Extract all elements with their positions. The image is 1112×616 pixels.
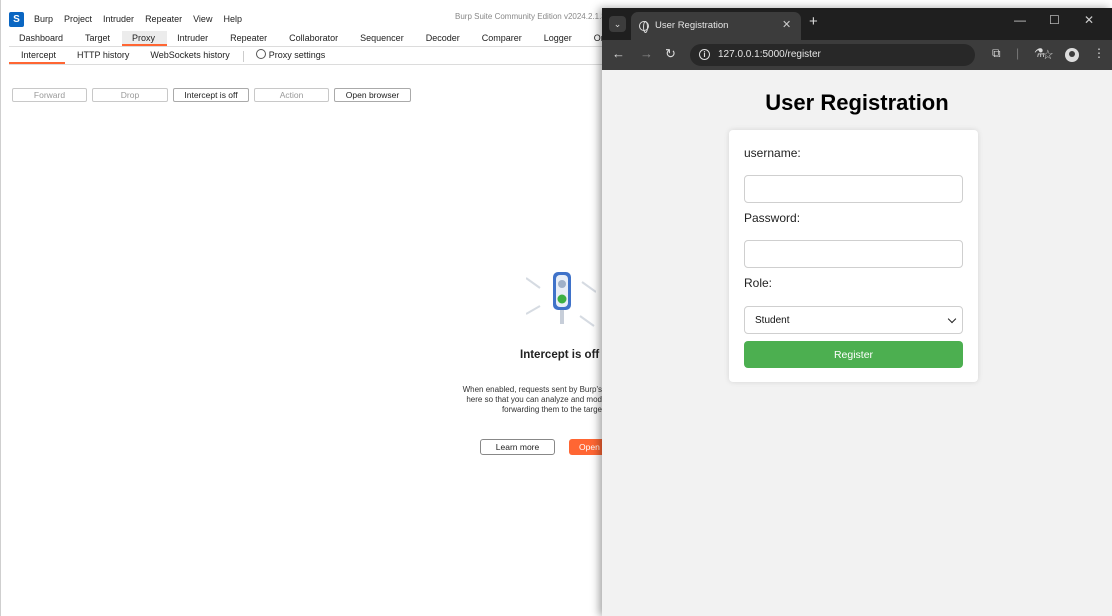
new-tab-icon[interactable]: + xyxy=(809,13,818,30)
page-title: User Registration xyxy=(765,90,949,115)
tab-proxy[interactable]: Proxy xyxy=(122,31,168,46)
tab-repeater[interactable]: Repeater xyxy=(220,31,279,46)
web-page: User Registration username: Password: Ro… xyxy=(602,70,1112,616)
gear-icon xyxy=(255,49,266,59)
globe-icon xyxy=(639,21,649,33)
password-label: Password: xyxy=(744,211,801,225)
burp-edition-label: Burp Suite Community Edition v2024.2.1.3 xyxy=(455,12,606,21)
menu-help[interactable]: Help xyxy=(223,14,242,24)
description-line: forwarding them to the targe xyxy=(501,405,602,414)
tab-intruder[interactable]: Intruder xyxy=(167,31,220,46)
learn-more-button[interactable]: Learn more xyxy=(480,439,555,455)
menu-repeater[interactable]: Repeater xyxy=(145,14,182,24)
extensions-icon[interactable]: ⧉ xyxy=(992,46,1001,61)
description-line: When enabled, requests sent by Burp's xyxy=(462,385,602,394)
tab-dashboard[interactable]: Dashboard xyxy=(9,31,75,46)
registration-form: username: Password: Role: Student Regist… xyxy=(729,130,978,382)
forward-button[interactable]: Forward xyxy=(12,88,87,102)
tab-decoder[interactable]: Decoder xyxy=(416,31,472,46)
browser-tab-title: User Registration xyxy=(655,20,729,31)
subtab-separator xyxy=(242,50,244,62)
tab-target[interactable]: Target xyxy=(75,31,122,46)
subtab-http-history[interactable]: HTTP history xyxy=(65,48,138,64)
drop-button[interactable]: Drop xyxy=(92,88,168,102)
intercept-toggle-button[interactable]: Intercept is off xyxy=(173,88,249,102)
url-text: 127.0.0.1:5000/register xyxy=(718,49,821,60)
intercept-off-heading: Intercept is off xyxy=(520,349,600,361)
chrome-window: ⌄ User Registration ✕ + — ☐ ✕ ← → ↻ i 12… xyxy=(602,8,1112,616)
role-select[interactable]: Student xyxy=(744,306,963,334)
open-browser-button[interactable]: Open browser xyxy=(334,88,411,102)
description-line: here so that you can analyze and mod xyxy=(466,395,602,404)
close-icon[interactable]: ✕ xyxy=(782,18,791,31)
menu-project[interactable]: Project xyxy=(64,14,92,24)
chrome-toolbar: ← → ↻ i 127.0.0.1:5000/register ☆ ⧉ | ⚗ … xyxy=(602,40,1112,70)
tab-logger[interactable]: Logger xyxy=(534,31,584,46)
tab-sequencer[interactable]: Sequencer xyxy=(350,31,416,46)
intercept-description: When enabled, requests sent by Burp's he… xyxy=(454,385,602,415)
desktop: S Burp Project Intruder Repeater View He… xyxy=(0,0,1112,616)
info-icon[interactable]: i xyxy=(699,49,710,60)
address-bar[interactable]: i 127.0.0.1:5000/register ☆ xyxy=(690,44,1054,66)
toolbar-separator: | xyxy=(1016,46,1020,60)
proxy-subtabs: Intercept HTTP history WebSockets histor… xyxy=(9,48,334,64)
proxy-settings-button[interactable]: Proxy settings xyxy=(252,48,335,64)
role-select-value: Student xyxy=(755,315,790,326)
browser-tab[interactable]: User Registration ✕ xyxy=(631,12,801,40)
register-button[interactable]: Register xyxy=(744,341,963,368)
tab-search-button[interactable]: ⌄ xyxy=(609,16,626,32)
minimize-icon[interactable]: — xyxy=(1014,13,1026,27)
menu-view[interactable]: View xyxy=(193,14,212,24)
subtab-intercept[interactable]: Intercept xyxy=(9,48,66,64)
profile-avatar[interactable] xyxy=(1065,48,1079,62)
tab-collaborator[interactable]: Collaborator xyxy=(279,31,350,46)
kebab-menu-icon[interactable]: ⋮ xyxy=(1093,46,1105,60)
chrome-titlebar: ⌄ User Registration ✕ + — ☐ ✕ xyxy=(602,8,1112,40)
menu-intruder[interactable]: Intruder xyxy=(103,14,134,24)
intercept-toolbar: Forward Drop Intercept is off Action Ope… xyxy=(12,88,411,102)
maximize-icon[interactable]: ☐ xyxy=(1049,13,1060,27)
tab-comparer[interactable]: Comparer xyxy=(472,31,534,46)
username-input[interactable] xyxy=(744,175,963,203)
role-label: Role: xyxy=(744,276,773,290)
subtab-websockets-history[interactable]: WebSockets history xyxy=(138,48,238,64)
menu-burp[interactable]: Burp xyxy=(34,14,53,24)
labs-icon[interactable]: ⚗ xyxy=(1034,46,1045,60)
reload-icon[interactable]: ↻ xyxy=(665,46,676,62)
password-input[interactable] xyxy=(744,240,963,268)
action-button[interactable]: Action xyxy=(254,88,329,102)
username-label: username: xyxy=(744,146,801,160)
proxy-settings-label: Proxy settings xyxy=(268,50,326,60)
chevron-down-icon: ⌄ xyxy=(613,18,622,29)
traffic-light-icon xyxy=(525,268,597,328)
burp-logo-icon: S xyxy=(9,11,24,27)
window-close-icon[interactable]: ✕ xyxy=(1084,13,1094,27)
forward-icon[interactable]: → xyxy=(640,46,653,61)
chevron-down-icon xyxy=(947,314,957,324)
back-icon[interactable]: ← xyxy=(612,46,625,61)
